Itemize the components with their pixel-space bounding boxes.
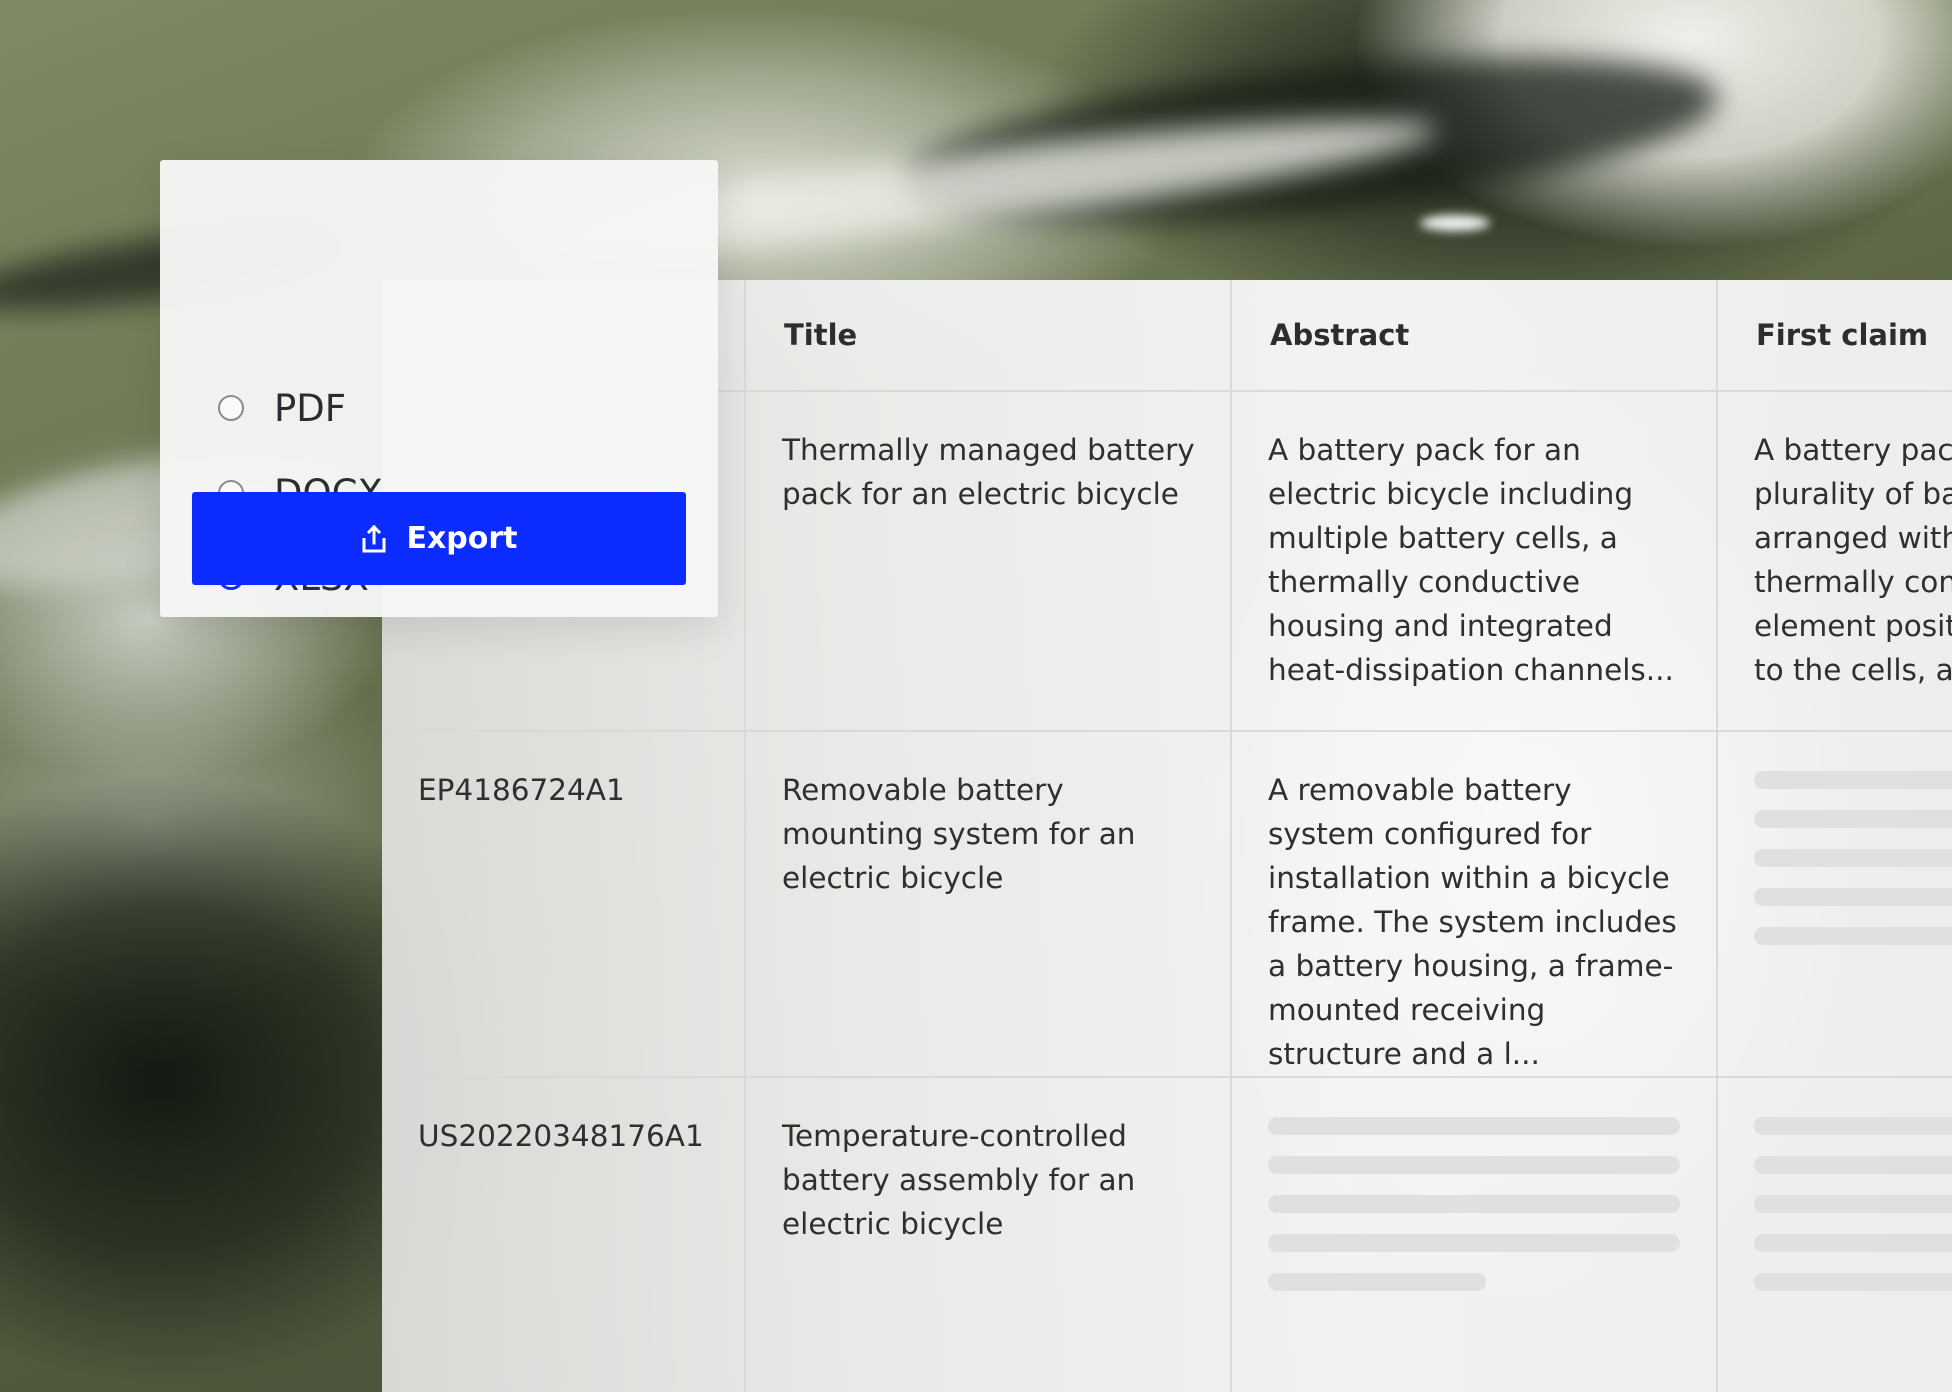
cell-first-claim: A battery pack plurality of ba arranged …: [1717, 391, 1952, 732]
cell-patent-id: US20220348176A1: [382, 1077, 746, 1392]
first-claim-line: A battery pack: [1754, 433, 1952, 467]
loading-skeleton-line: [1268, 1234, 1680, 1252]
first-claim-line: plurality of ba: [1754, 477, 1952, 511]
loading-skeleton-line: [1754, 1234, 1952, 1252]
loading-skeleton-line: [1754, 1117, 1952, 1135]
upload-share-icon: [360, 524, 388, 554]
format-option-pdf[interactable]: PDF: [218, 383, 346, 433]
first-claim-line: to the cells, ar: [1754, 653, 1952, 687]
table-row[interactable]: EP4186724A1 Removable battery mounting s…: [382, 731, 1952, 1078]
export-button[interactable]: Export: [192, 492, 686, 585]
loading-skeleton-line: [1268, 1117, 1680, 1135]
loading-skeleton-line: [1268, 1273, 1486, 1291]
loading-skeleton-line: [1754, 1156, 1952, 1174]
cell-patent-id: EP4186724A1: [382, 731, 746, 1078]
column-header-abstract[interactable]: Abstract: [1231, 280, 1718, 392]
first-claim-line: element posit: [1754, 609, 1952, 643]
first-claim-line: arranged with: [1754, 521, 1952, 555]
table-row[interactable]: US20220348176A1 Temperature-controlled b…: [382, 1077, 1952, 1392]
loading-skeleton-line: [1754, 1273, 1952, 1291]
cell-title: Temperature-controlled battery assembly …: [745, 1077, 1232, 1392]
cell-title: Thermally managed battery pack for an el…: [745, 391, 1232, 732]
cell-abstract-loading: [1231, 1077, 1718, 1392]
radio-button[interactable]: [218, 395, 244, 421]
loading-skeleton-line: [1754, 1195, 1952, 1213]
cell-abstract: A battery pack for an electric bicycle i…: [1231, 391, 1718, 732]
export-format-popover: PDF DOCX XLSX Export: [160, 160, 718, 617]
export-button-label: Export: [406, 521, 518, 556]
loading-skeleton-line: [1754, 888, 1952, 906]
first-claim-line: thermally con: [1754, 565, 1952, 599]
column-header-first-claim[interactable]: First claim: [1717, 280, 1952, 392]
loading-skeleton-line: [1754, 810, 1952, 828]
cell-abstract: A removable battery system configured fo…: [1231, 731, 1718, 1078]
cell-first-claim-loading: [1717, 1077, 1952, 1392]
loading-skeleton-line: [1754, 849, 1952, 867]
background-glint: [1420, 215, 1490, 231]
cell-title: Removable battery mounting system for an…: [745, 731, 1232, 1078]
column-header-title[interactable]: Title: [745, 280, 1232, 392]
loading-skeleton-line: [1754, 927, 1952, 945]
loading-skeleton-line: [1268, 1195, 1680, 1213]
format-label: PDF: [274, 386, 347, 430]
cell-first-claim-loading: [1717, 731, 1952, 1078]
loading-skeleton-line: [1754, 771, 1952, 789]
loading-skeleton-line: [1268, 1156, 1680, 1174]
